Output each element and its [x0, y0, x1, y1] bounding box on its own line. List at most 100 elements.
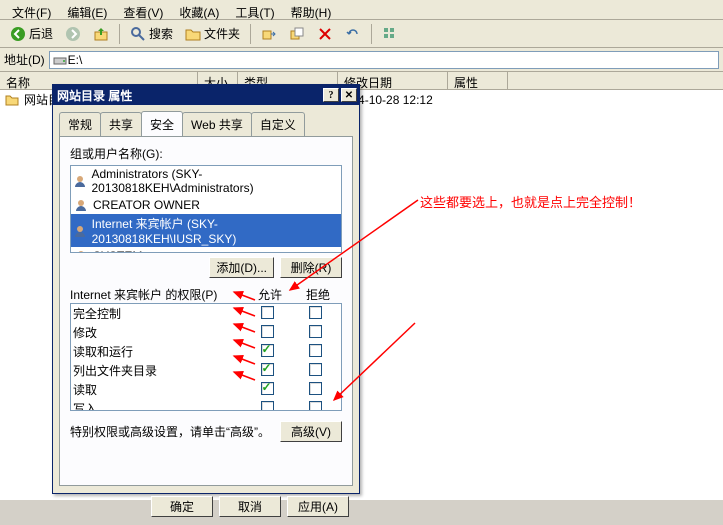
up-button[interactable] [87, 24, 115, 44]
deny-checkbox[interactable] [309, 363, 322, 376]
allow-checkbox[interactable] [261, 382, 274, 395]
dialog-titlebar[interactable]: 网站目录 属性 ? ✕ [53, 85, 359, 105]
user-row[interactable]: Internet 来宾帐户 (SKY-20130818KEH\IUSR_SKY) [71, 214, 341, 247]
dialog-buttons: 确定 取消 应用(A) [53, 492, 359, 525]
copy-button[interactable] [283, 24, 311, 44]
tab-general[interactable]: 常规 [59, 112, 101, 137]
copy-icon [289, 26, 305, 42]
apply-button[interactable]: 应用(A) [287, 496, 349, 517]
move-icon [261, 26, 277, 42]
col-attr[interactable]: 属性 [448, 72, 508, 89]
user-icon [73, 223, 88, 239]
folders-icon [185, 26, 201, 42]
menu-view[interactable]: 查看(V) [115, 2, 171, 17]
allow-checkbox[interactable] [261, 363, 274, 376]
undo-icon [345, 26, 361, 42]
permission-name: 读取 [73, 381, 243, 398]
user-name: Administrators (SKY-20130818KEH\Administ… [92, 167, 340, 195]
permission-row: 读取和运行 [71, 342, 341, 361]
permission-header: Internet 来宾帐户 的权限(P) 允许 拒绝 [70, 286, 342, 303]
permission-name: 列出文件夹目录 [73, 362, 243, 379]
permission-name: 读取和运行 [73, 343, 243, 360]
back-button[interactable]: 后退 [4, 23, 59, 44]
permission-row: 写入 [71, 399, 341, 411]
tab-webshare[interactable]: Web 共享 [182, 112, 252, 137]
user-name: SYSTEM [93, 249, 142, 253]
ok-button[interactable]: 确定 [151, 496, 213, 517]
tab-body: 组或用户名称(G): Administrators (SKY-20130818K… [59, 136, 353, 486]
deny-checkbox[interactable] [309, 325, 322, 338]
permission-name: 写入 [73, 400, 243, 411]
drive-icon [52, 52, 68, 68]
tab-security[interactable]: 安全 [141, 111, 183, 136]
deny-checkbox[interactable] [309, 306, 322, 319]
allow-checkbox[interactable] [261, 401, 274, 412]
search-label: 搜索 [149, 25, 173, 42]
permission-row: 列出文件夹目录 [71, 361, 341, 380]
close-button[interactable]: ✕ [341, 88, 357, 102]
permission-name: 完全控制 [73, 305, 243, 322]
user-list[interactable]: Administrators (SKY-20130818KEH\Administ… [70, 165, 342, 253]
delete-icon [317, 26, 333, 42]
help-button[interactable]: ? [323, 88, 339, 102]
allow-checkbox[interactable] [261, 306, 274, 319]
permission-row: 读取 [71, 380, 341, 399]
address-bar: 地址(D) E:\ [0, 48, 723, 72]
address-input[interactable]: E:\ [49, 51, 719, 69]
toolbar-separator [371, 24, 372, 44]
address-label: 地址(D) [4, 51, 45, 68]
user-icon [73, 173, 88, 189]
add-button[interactable]: 添加(D)... [209, 257, 274, 278]
deny-checkbox[interactable] [309, 401, 322, 412]
user-name: CREATOR OWNER [93, 198, 200, 212]
permission-row: 完全控制 [71, 304, 341, 323]
tab-share[interactable]: 共享 [100, 112, 142, 137]
menu-help[interactable]: 帮助(H) [283, 2, 340, 17]
permission-name: 修改 [73, 324, 243, 341]
menu-file[interactable]: 文件(F) [4, 2, 59, 17]
folders-button[interactable]: 文件夹 [179, 23, 246, 44]
tab-custom[interactable]: 自定义 [251, 112, 305, 137]
allow-checkbox[interactable] [261, 344, 274, 357]
menu-tools[interactable]: 工具(T) [227, 2, 282, 17]
forward-icon [65, 26, 81, 42]
back-label: 后退 [29, 25, 53, 42]
user-row[interactable]: CREATOR OWNER [71, 196, 341, 214]
tab-strip: 常规 共享 安全 Web 共享 自定义 [59, 111, 353, 136]
views-button[interactable] [376, 24, 404, 44]
folders-label: 文件夹 [204, 25, 240, 42]
back-icon [10, 26, 26, 42]
properties-dialog: 网站目录 属性 ? ✕ 常规 共享 安全 Web 共享 自定义 组或用户名称(G… [52, 84, 360, 494]
allow-checkbox[interactable] [261, 325, 274, 338]
user-row[interactable]: SYSTEM [71, 247, 341, 253]
user-row[interactable]: Administrators (SKY-20130818KEH\Administ… [71, 166, 341, 196]
address-value: E:\ [68, 53, 83, 67]
annotation-text: 这些都要选上，也就是点上完全控制！ [420, 192, 641, 211]
deny-checkbox[interactable] [309, 344, 322, 357]
cancel-button[interactable]: 取消 [219, 496, 281, 517]
delete-button[interactable] [311, 24, 339, 44]
remove-button[interactable]: 删除(R) [280, 257, 342, 278]
folder-icon [4, 92, 20, 108]
user-icon [73, 248, 89, 253]
perm-allow-header: 允许 [246, 286, 294, 303]
advanced-text: 特别权限或高级设置，请单击“高级”。 [70, 423, 280, 440]
move-button[interactable] [255, 24, 283, 44]
deny-checkbox[interactable] [309, 382, 322, 395]
dialog-title: 网站目录 属性 [57, 87, 132, 104]
toolbar-separator [119, 24, 120, 44]
group-label: 组或用户名称(G): [70, 145, 342, 162]
up-icon [93, 26, 109, 42]
search-icon [130, 26, 146, 42]
perm-label: Internet 来宾帐户 的权限(P) [70, 286, 246, 303]
advanced-button[interactable]: 高级(V) [280, 421, 342, 442]
search-button[interactable]: 搜索 [124, 23, 179, 44]
permission-row: 修改 [71, 323, 341, 342]
perm-deny-header: 拒绝 [294, 286, 342, 303]
menu-edit[interactable]: 编辑(E) [59, 2, 115, 17]
forward-button[interactable] [59, 24, 87, 44]
menu-favorites[interactable]: 收藏(A) [171, 2, 227, 17]
menu-bar: 文件(F) 编辑(E) 查看(V) 收藏(A) 工具(T) 帮助(H) [0, 0, 723, 20]
views-icon [382, 26, 398, 42]
undo-button[interactable] [339, 24, 367, 44]
